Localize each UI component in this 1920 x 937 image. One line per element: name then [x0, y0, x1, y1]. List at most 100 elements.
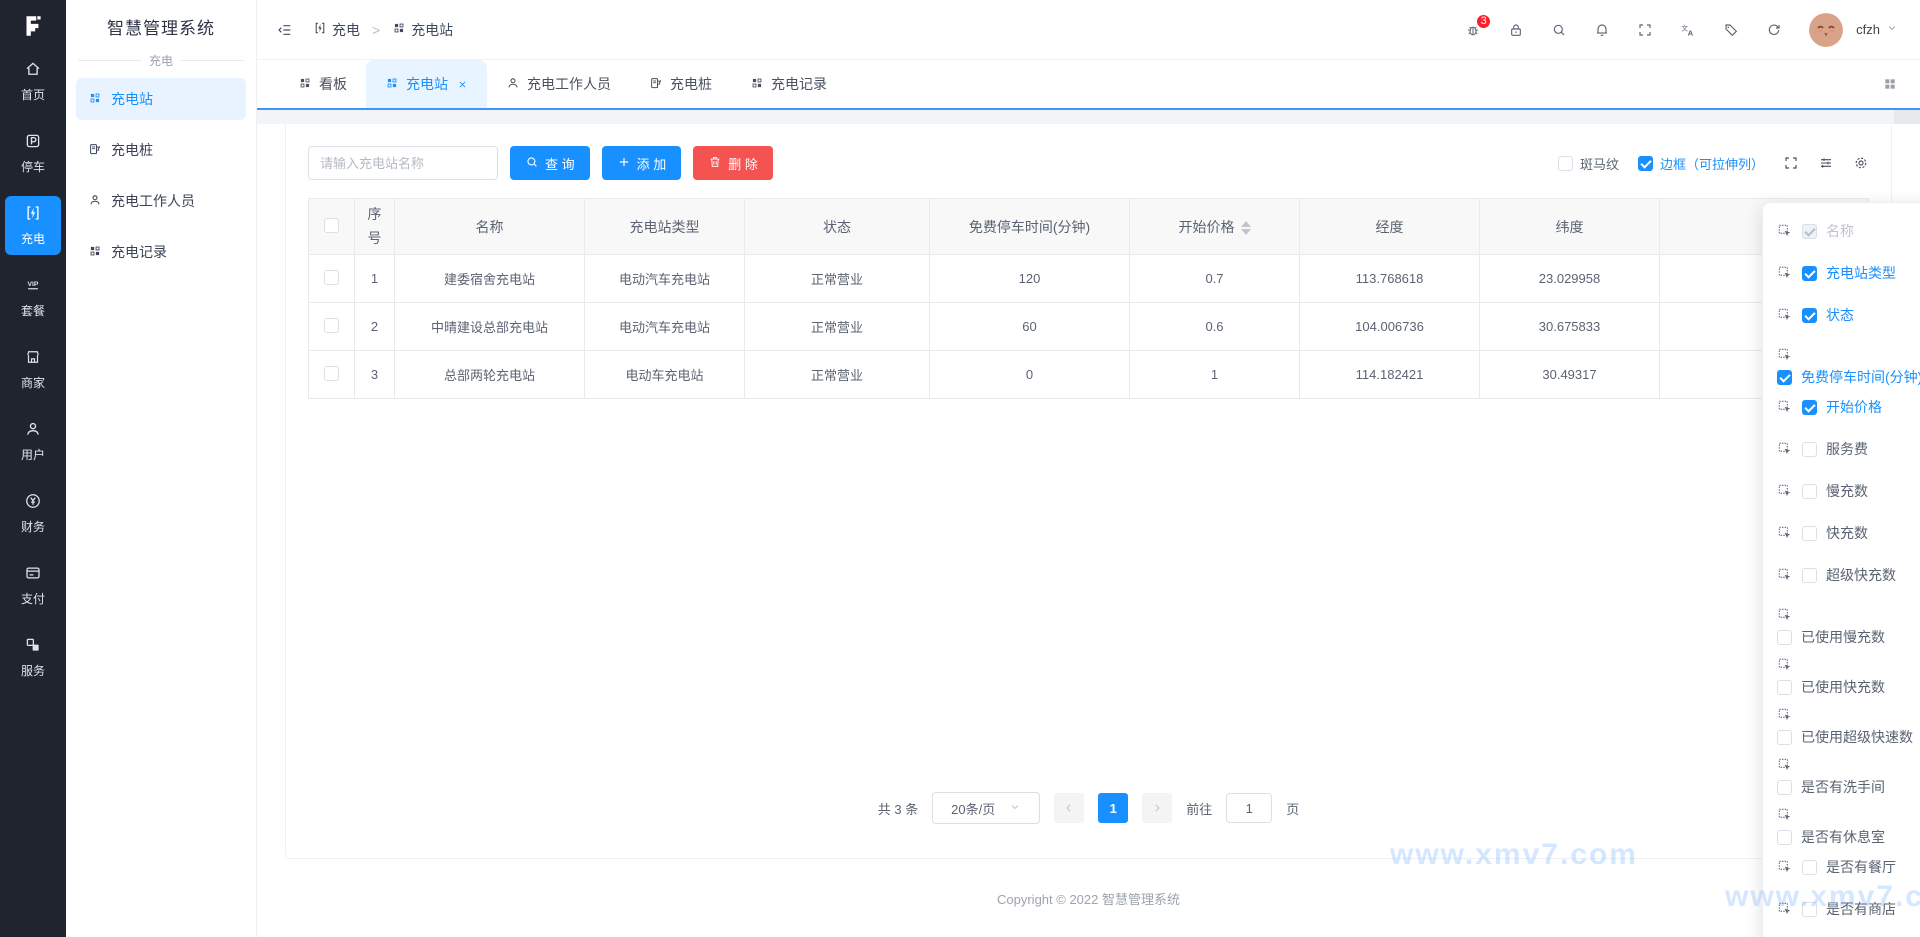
add-button[interactable]: 添 加 [601, 146, 682, 180]
column-toggle-checkbox[interactable]: 充电站类型 [1802, 263, 1896, 283]
current-page-button[interactable]: 1 [1098, 793, 1129, 823]
breadcrumb-item-charging[interactable]: 充电 [313, 20, 360, 40]
table-fullscreen-icon[interactable] [1783, 155, 1799, 171]
sidebar-item-packages[interactable]: 套餐 [5, 268, 61, 327]
tab-dashboard[interactable]: 看板 [279, 60, 366, 108]
column-toggle-checkbox[interactable]: 名称 [1802, 221, 1854, 241]
submenu-item-charging-pile[interactable]: 充电桩 [76, 129, 246, 171]
avatar[interactable] [1809, 13, 1843, 47]
sidebar-item-charging[interactable]: 充电 [5, 196, 61, 255]
row-checkbox[interactable] [324, 365, 339, 381]
collapse-sidebar-icon[interactable] [277, 22, 293, 38]
drag-handle-icon[interactable] [1777, 607, 1793, 623]
sort-caret-icon[interactable] [1240, 220, 1251, 235]
table-settings: 斑马纹 边框（可拉伸列） [1557, 154, 1869, 173]
submenu-item-charging-staff[interactable]: 充电工作人员 [76, 180, 246, 222]
drag-handle-icon[interactable] [1777, 657, 1793, 673]
column-header: 经度 [1299, 198, 1480, 255]
notification-badge: 3 [1475, 12, 1493, 30]
parking-icon [24, 132, 42, 153]
column-header[interactable]: 开始价格 [1129, 198, 1300, 255]
column-toggle-checkbox[interactable]: 免费停车时间(分钟) [1777, 367, 1920, 387]
drag-handle-icon[interactable] [1777, 441, 1793, 457]
tag-icon[interactable] [1723, 22, 1739, 38]
tab-options-icon[interactable] [1882, 60, 1920, 108]
row-checkbox[interactable] [324, 317, 339, 333]
drag-handle-icon[interactable] [1777, 223, 1793, 239]
column-toggle-checkbox[interactable]: 是否有餐厅 [1802, 857, 1896, 877]
column-header: 纬度 [1479, 198, 1660, 255]
drag-handle-icon[interactable] [1777, 567, 1793, 583]
column-header: 充电站类型 [584, 198, 745, 255]
drag-handle-icon[interactable] [1777, 347, 1793, 363]
tab-charging-station[interactable]: 充电站 [366, 60, 487, 108]
column-toggle-checkbox[interactable]: 已使用快充数 [1777, 677, 1885, 697]
tab-charging-pile[interactable]: 充电桩 [630, 60, 731, 108]
column-toggle-checkbox[interactable]: 慢充数 [1802, 481, 1868, 501]
breadcrumb-item-charging-station[interactable]: 充电站 [392, 20, 453, 40]
border-toggle[interactable]: 边框（可拉伸列） [1637, 154, 1764, 173]
column-toggle-checkbox[interactable]: 开始价格 [1802, 397, 1882, 417]
row-checkbox[interactable] [324, 269, 339, 285]
next-page-button[interactable] [1142, 793, 1173, 823]
drag-handle-icon[interactable] [1777, 265, 1793, 281]
zebra-toggle[interactable]: 斑马纹 [1557, 154, 1619, 173]
column-toggle-checkbox[interactable]: 是否有商店 [1802, 899, 1896, 919]
select-all-checkbox[interactable] [324, 217, 339, 233]
sort-settings-icon[interactable] [1818, 155, 1834, 171]
column-toggle-checkbox[interactable]: 已使用慢充数 [1777, 627, 1885, 647]
submenu-item-charging-records[interactable]: 充电记录 [76, 231, 246, 273]
drag-handle-icon[interactable] [1777, 859, 1793, 875]
column-toggle-label: 免费停车时间(分钟) [1801, 369, 1920, 385]
drag-handle-icon[interactable] [1777, 307, 1793, 323]
drag-handle-icon[interactable] [1777, 757, 1793, 773]
tab-charging-staff[interactable]: 充电工作人员 [487, 60, 630, 108]
search-input[interactable] [308, 146, 498, 180]
page-size-select[interactable]: 20条/页 [932, 792, 1041, 824]
sidebar-item-service[interactable]: 服务 [5, 628, 61, 687]
tab-charging-records[interactable]: 充电记录 [731, 60, 846, 108]
drag-handle-icon[interactable] [1777, 525, 1793, 541]
drag-handle-icon[interactable] [1777, 901, 1793, 917]
translate-icon[interactable] [1680, 22, 1696, 38]
sidebar-item-finance[interactable]: 财务 [5, 484, 61, 543]
column-toggle-checkbox[interactable]: 服务费 [1802, 439, 1868, 459]
column-toggle-checkbox[interactable]: 快充数 [1802, 523, 1868, 543]
column-toggle-checkbox[interactable]: 超级快充数 [1802, 565, 1896, 585]
goto-page-input[interactable] [1226, 793, 1273, 823]
delete-button[interactable]: 删 除 [693, 146, 773, 180]
drag-handle-icon[interactable] [1777, 807, 1793, 823]
checkbox-icon [1802, 525, 1817, 541]
column-toggle-checkbox[interactable]: 状态 [1802, 305, 1854, 325]
grid-icon [298, 76, 312, 93]
column-toggle-item: 是否有休息室 [1777, 807, 1920, 847]
sidebar-item-parking[interactable]: 停车 [5, 124, 61, 183]
prev-page-button[interactable] [1054, 793, 1085, 823]
lock-icon[interactable] [1508, 22, 1524, 38]
sidebar-item-home[interactable]: 首页 [5, 52, 61, 111]
grid-icon [88, 91, 102, 108]
close-icon[interactable] [457, 79, 468, 90]
drag-handle-icon[interactable] [1777, 399, 1793, 415]
sidebar-item-users[interactable]: 用户 [5, 412, 61, 471]
column-toggle-checkbox[interactable]: 已使用超级快速数 [1777, 727, 1913, 747]
column-toggle-checkbox[interactable]: 是否有洗手间 [1777, 777, 1885, 797]
column-toggle-item: 超级快充数 [1777, 565, 1920, 585]
submenu-item-charging-station[interactable]: 充电站 [76, 78, 246, 120]
bug-icon[interactable]: 3 [1465, 12, 1493, 38]
sidebar-item-merchants[interactable]: 商家 [5, 340, 61, 399]
column-toggle-checkbox[interactable]: 是否有休息室 [1777, 827, 1885, 847]
refresh-icon[interactable] [1766, 22, 1782, 38]
drag-handle-icon[interactable] [1777, 483, 1793, 499]
user-menu[interactable]: cfzh [1856, 22, 1898, 37]
drag-handle-icon[interactable] [1777, 707, 1793, 723]
fullscreen-icon[interactable] [1637, 22, 1653, 38]
bell-icon[interactable] [1594, 22, 1610, 38]
column-settings-gear-icon[interactable] [1853, 155, 1869, 171]
content-top-strip [257, 110, 1920, 124]
sidebar-item-payment[interactable]: 支付 [5, 556, 61, 615]
checkbox-icon [1802, 223, 1817, 239]
query-button[interactable]: 查 询 [510, 146, 590, 180]
search-icon[interactable] [1551, 22, 1567, 38]
table-cell: 正常营业 [744, 254, 930, 303]
